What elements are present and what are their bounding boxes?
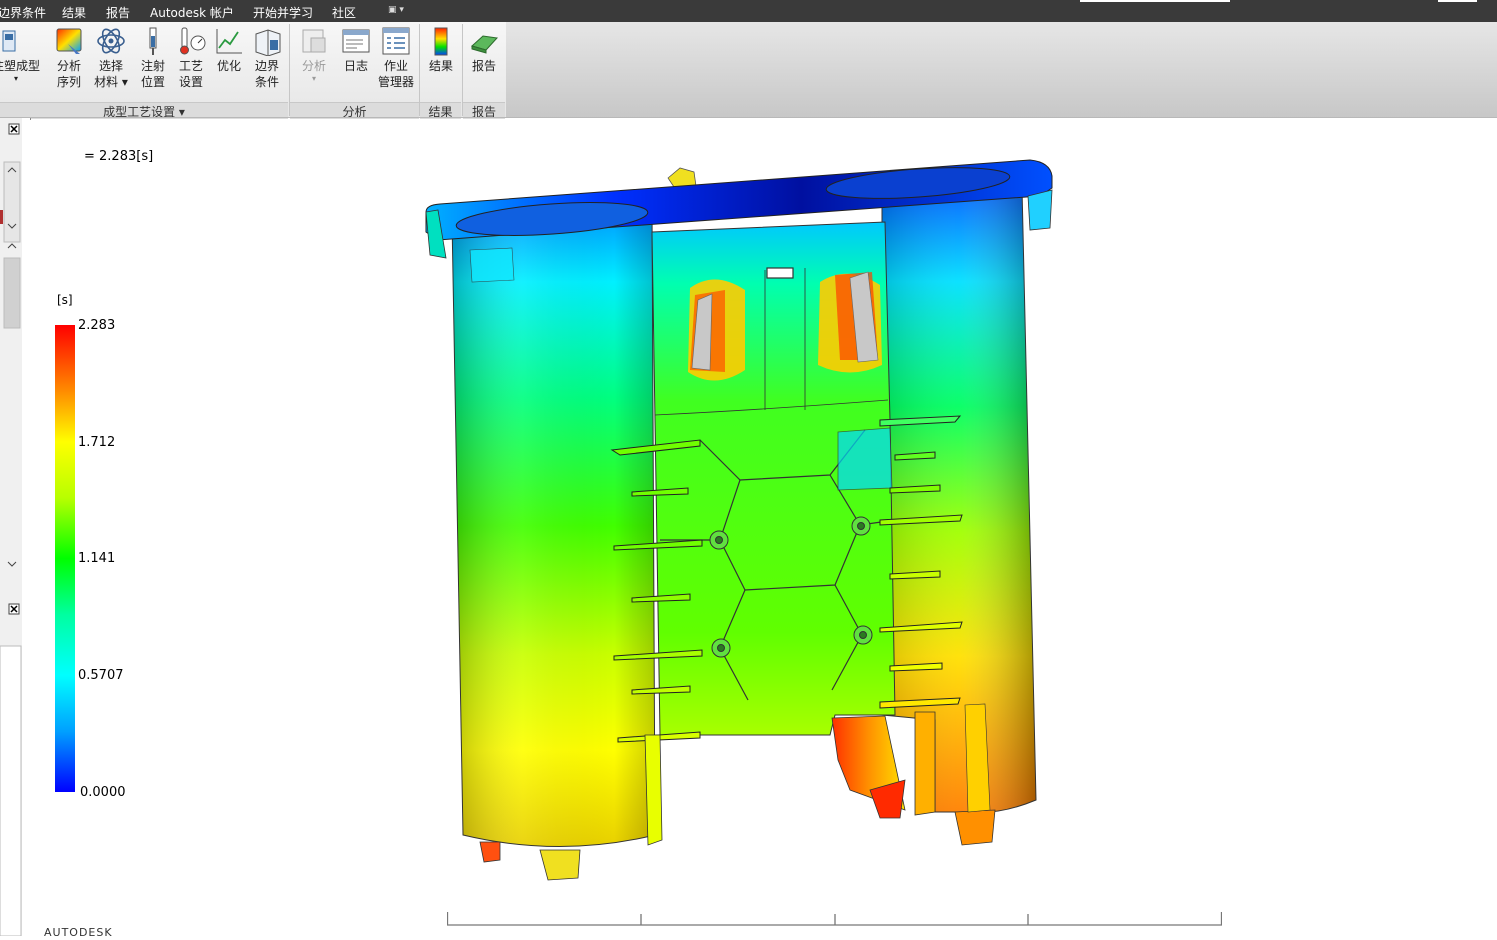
scale-bar — [447, 912, 1222, 926]
part-3d-model[interactable] — [0, 0, 1497, 936]
autodesk-logo: AUTODESK — [44, 926, 113, 939]
